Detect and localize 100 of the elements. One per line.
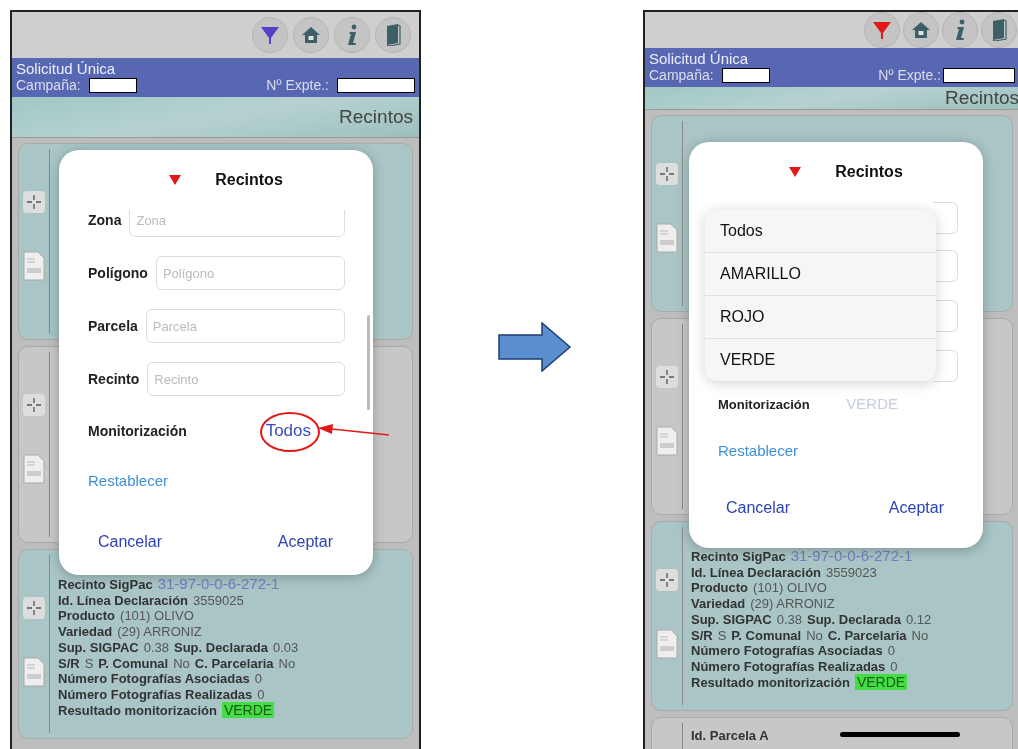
- app-title: Solicitud Única: [649, 50, 750, 67]
- input-field[interactable]: Polígono: [155, 256, 345, 290]
- field-value: (29) ARRONIZ: [117, 624, 202, 640]
- field-value: 0: [890, 658, 898, 674]
- redacted-box: [88, 78, 137, 93]
- dropdown-option[interactable]: VERDE: [705, 339, 936, 381]
- field-label: Número Fotografías Realizadas: [691, 658, 886, 674]
- document-icon[interactable]: [656, 629, 678, 659]
- field-label: S/R: [691, 627, 713, 643]
- field-label: Recinto SigPac: [691, 549, 786, 564]
- dialog-title: Recintos: [215, 171, 283, 189]
- picker-link[interactable]: Todos: [265, 421, 311, 440]
- field-label: Sup. Declarada: [806, 611, 901, 627]
- move-icon[interactable]: [23, 191, 45, 213]
- accept-button[interactable]: Aceptar: [888, 499, 944, 517]
- field-value: No: [173, 655, 190, 671]
- field-label: Resultado monitorización: [691, 674, 850, 690]
- field-label: Id. Parcela A: [691, 728, 769, 743]
- reset-link[interactable]: Restablecer: [88, 472, 169, 489]
- filter-icon[interactable]: [864, 12, 900, 48]
- field-label: Número Fotografías Asociadas: [58, 671, 250, 687]
- field-label: P. Comunal: [98, 655, 169, 671]
- home-icon[interactable]: [903, 12, 939, 48]
- campaign-label: Campaña:: [16, 77, 81, 94]
- field-value: No: [806, 627, 823, 643]
- dialog-title: Recintos: [835, 163, 903, 181]
- book-icon[interactable]: [375, 17, 411, 53]
- field-value: 0: [254, 671, 262, 687]
- cancel-button[interactable]: Cancelar: [98, 533, 163, 551]
- field-label: S/R: [58, 655, 80, 671]
- file-number-label: Nº Expte.:: [878, 67, 941, 84]
- redacted-box: [943, 68, 1015, 83]
- section-title: Recintos: [339, 106, 413, 128]
- field-label: P. Comunal: [731, 627, 802, 643]
- dropdown-option[interactable]: ROJO: [705, 296, 936, 339]
- dropdown-option[interactable]: Todos: [705, 210, 936, 253]
- field-value: 31-97-0-0-6-272-1: [157, 575, 280, 592]
- document-icon[interactable]: [23, 657, 45, 687]
- section-title: Recintos: [945, 87, 1018, 109]
- field-label: Variedad: [58, 624, 113, 640]
- field-label: Producto: [691, 580, 749, 596]
- field-label: C. Parcelaria: [194, 655, 274, 671]
- caret-icon: [169, 175, 182, 185]
- document-icon[interactable]: [23, 454, 45, 484]
- field-label: C. Parcelaria: [827, 627, 907, 643]
- field-value: S: [84, 655, 94, 671]
- move-icon[interactable]: [23, 394, 45, 416]
- field-label: Recinto: [88, 371, 140, 387]
- field-label: Id. Línea Declaración: [691, 564, 822, 580]
- document-icon[interactable]: [656, 223, 678, 253]
- field-label: Id. Línea Declaración: [58, 592, 189, 608]
- move-icon[interactable]: [656, 163, 678, 185]
- field-label: Número Fotografías Realizadas: [58, 686, 253, 702]
- info-icon[interactable]: [942, 12, 978, 48]
- home-icon[interactable]: [293, 17, 329, 53]
- field-value: No: [911, 627, 929, 643]
- cancel-button[interactable]: Cancelar: [726, 499, 791, 517]
- field-label: Recinto SigPac: [58, 577, 153, 592]
- status-badge: VERDE: [221, 701, 275, 718]
- reset-link[interactable]: Restablecer: [718, 442, 799, 459]
- field-value: 3559025: [193, 592, 244, 608]
- field-value: 0.38: [143, 639, 169, 655]
- field-value: (101) OLIVO: [120, 608, 194, 624]
- input-field[interactable]: Recinto: [147, 362, 345, 396]
- move-icon[interactable]: [23, 597, 45, 619]
- input-field[interactable]: Zona: [129, 210, 345, 237]
- campaign-label: Campaña:: [649, 67, 714, 84]
- caret-icon: [789, 167, 802, 177]
- info-icon[interactable]: [334, 17, 370, 53]
- field-label: Sup. SIGPAC: [58, 639, 139, 655]
- field-label: Producto: [58, 608, 116, 624]
- book-icon[interactable]: [981, 12, 1017, 48]
- field-value: No: [278, 655, 296, 671]
- field-value: 0.03: [272, 639, 299, 655]
- field-label: Monitorización: [718, 396, 810, 412]
- app-title: Solicitud Única: [16, 60, 117, 77]
- field-label: Polígono: [88, 265, 148, 281]
- field-value: 0.38: [776, 611, 802, 627]
- field-value: 0: [887, 643, 895, 659]
- field-label: Resultado monitorización: [58, 702, 217, 718]
- document-icon[interactable]: [656, 426, 678, 456]
- accept-button[interactable]: Aceptar: [277, 533, 333, 551]
- redacted-box: [721, 68, 770, 83]
- field-label: Número Fotografías Asociadas: [691, 643, 883, 659]
- field-value: 31-97-0-0-6-272-1: [790, 547, 913, 564]
- field-value: 0.12: [905, 611, 932, 627]
- document-icon[interactable]: [23, 251, 45, 281]
- field-value: (29) ARRONIZ: [750, 596, 835, 612]
- filter-icon[interactable]: [252, 17, 288, 53]
- field-label: Sup. Declarada: [173, 639, 268, 655]
- move-icon[interactable]: [656, 366, 678, 388]
- dropdown-option[interactable]: AMARILLO: [705, 253, 936, 296]
- field-value: 3559023: [826, 564, 877, 580]
- input-field[interactable]: Parcela: [145, 309, 345, 343]
- field-label: Variedad: [691, 596, 746, 612]
- move-icon[interactable]: [656, 569, 678, 591]
- scrollbar[interactable]: [367, 315, 370, 410]
- file-number-label: Nº Expte.:: [266, 77, 329, 94]
- field-value: S: [717, 627, 727, 643]
- field-value: (101) OLIVO: [753, 580, 827, 596]
